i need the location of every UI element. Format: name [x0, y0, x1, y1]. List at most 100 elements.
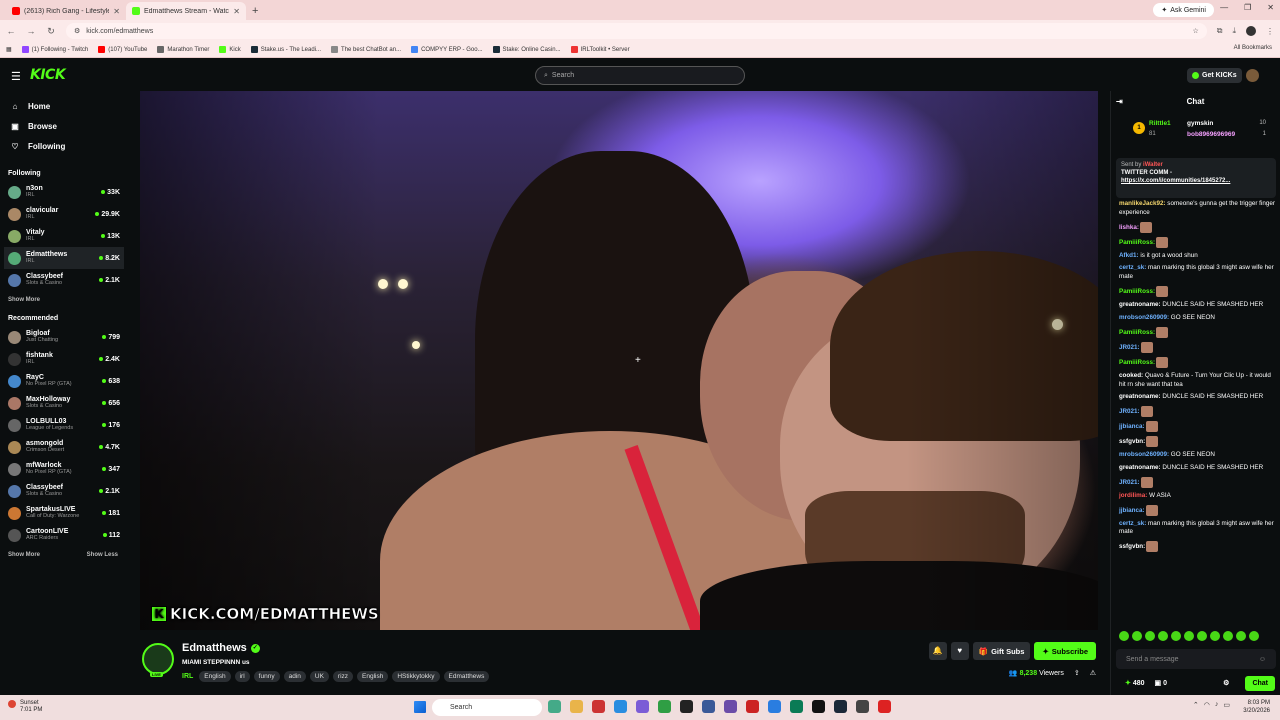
emote-icon[interactable] [1184, 631, 1194, 641]
sidebar-channel[interactable]: clavicular IRL 29.9K [8, 203, 120, 225]
get-kicks-button[interactable]: Get KICKs [1187, 68, 1242, 83]
sidebar-channel[interactable]: Vitaly IRL 13K [8, 225, 120, 247]
app-icon[interactable] [548, 700, 561, 713]
chat-username[interactable]: PamiiiRoss: [1119, 239, 1155, 246]
app-icon[interactable] [636, 700, 649, 713]
sidebar-channel[interactable]: Bigloaf Just Chatting 799 [8, 326, 120, 348]
collapse-chat-icon[interactable]: ⇥ [1116, 97, 1123, 106]
app-icon[interactable] [856, 700, 869, 713]
chat-username[interactable]: manlikeJack92: [1119, 200, 1166, 207]
gifts-display[interactable]: ▣ 0 [1155, 679, 1167, 687]
tag-chip[interactable]: UK [309, 671, 329, 682]
close-tab-icon[interactable]: ✕ [113, 7, 120, 16]
ask-gemini-button[interactable]: ✦ Ask Gemini [1153, 3, 1214, 17]
leaderboard-user[interactable]: bob8969696969 [1187, 131, 1235, 138]
emote-icon[interactable] [1210, 631, 1220, 641]
forward-icon[interactable]: → [26, 26, 36, 36]
sidebar-channel[interactable]: Edmatthews IRL 8.2K [4, 247, 124, 269]
chat-username[interactable]: jjbianca: [1119, 423, 1145, 430]
sidebar-channel[interactable]: LOLBULL03 League of Legends 176 [8, 414, 120, 436]
app-icon[interactable] [614, 700, 627, 713]
chat-username[interactable]: PamiiiRoss: [1119, 359, 1155, 366]
chat-username[interactable]: jjbianca: [1119, 507, 1145, 514]
menu-dots-icon[interactable]: ⋮ [1266, 27, 1274, 36]
battery-icon[interactable]: ▭ [1223, 701, 1230, 709]
sidebar-channel[interactable]: asmongold Crimson Desert 4.7K [8, 436, 120, 458]
tag-chip[interactable]: HStikkytokky [392, 671, 440, 682]
reload-icon[interactable]: ↻ [46, 26, 56, 37]
back-icon[interactable]: ← [6, 26, 16, 36]
bookmark-item[interactable]: COMPYY ERP - Goo... [411, 46, 483, 53]
speaker-icon[interactable]: ♪ [1215, 701, 1219, 709]
close-tab-icon[interactable]: ✕ [233, 7, 240, 16]
chat-username[interactable]: JR021: [1119, 479, 1140, 486]
sidebar-channel[interactable]: Classybeef Slots & Casino 2.1K [8, 480, 120, 502]
weather-widget[interactable]: Sunset 7:01 PM [8, 700, 42, 714]
chat-username[interactable]: greatnoname: [1119, 464, 1161, 471]
chat-username[interactable]: PamiiiRoss: [1119, 288, 1155, 295]
close-window-icon[interactable]: ✕ [1267, 3, 1274, 12]
url-field[interactable]: ⚙ kick.com/edmatthews ☆ [66, 23, 1207, 39]
category-link[interactable]: IRL [182, 673, 193, 680]
emote-icon[interactable] [1249, 631, 1259, 641]
steam-icon[interactable] [834, 700, 847, 713]
sidebar-channel[interactable]: CartoonLIVE ARC Raiders 112 [8, 524, 120, 546]
pinned-link[interactable]: https://x.com/i/communities/1845272... [1121, 178, 1230, 184]
chevron-up-icon[interactable]: ⌃ [1193, 701, 1199, 709]
sidebar-channel[interactable]: n3on IRL 33K [8, 181, 120, 203]
report-icon[interactable]: ⚠ [1090, 669, 1096, 677]
tag-chip[interactable]: Edmatthews [443, 671, 490, 682]
chat-username[interactable]: greatnoname: [1119, 393, 1161, 400]
chat-username[interactable]: greatnoname: [1119, 301, 1161, 308]
subscribe-button[interactable]: ✦ Subscribe [1034, 642, 1096, 660]
show-less-button[interactable]: Show Less [87, 552, 118, 558]
show-more-button[interactable]: Show More [8, 297, 40, 303]
chat-settings-icon[interactable]: ⚙ [1223, 679, 1229, 687]
taskbar-search[interactable]: Search [432, 699, 542, 716]
emote-icon[interactable] [1197, 631, 1207, 641]
chrome-icon[interactable] [658, 700, 671, 713]
emote-icon[interactable] [1171, 631, 1181, 641]
chat-username[interactable]: ssfgvbn: [1119, 543, 1145, 550]
download-icon[interactable]: ⤓ [1232, 26, 1236, 36]
tag-chip[interactable]: English [199, 671, 231, 682]
notification-bell-icon[interactable]: 🔔 [928, 642, 947, 660]
new-tab-button[interactable]: + [252, 2, 258, 20]
leaderboard-user[interactable]: Rilttle1 [1149, 120, 1171, 127]
nav-home[interactable]: ⌂ Home [8, 96, 120, 116]
sidebar-channel[interactable]: fishtank IRL 2.4K [8, 348, 120, 370]
emote-icon[interactable] [1132, 631, 1142, 641]
chat-username[interactable]: certz_sk: [1119, 264, 1146, 271]
app-icon[interactable] [790, 700, 803, 713]
site-info-icon[interactable]: ⚙ [74, 27, 80, 35]
sidebar-channel[interactable]: Classybeef Slots & Casino 2.1K [8, 269, 120, 291]
tag-chip[interactable]: English [357, 671, 389, 682]
all-bookmarks-button[interactable]: All Bookmarks [1234, 45, 1272, 51]
pinned-message[interactable]: Sent by iWalter TWITTER COMM - https://x… [1116, 158, 1276, 198]
follow-heart-icon[interactable]: ♥ [950, 642, 969, 660]
sidebar-channel[interactable]: RayC No Pixel RP (GTA) 638 [8, 370, 120, 392]
apps-grid-icon[interactable]: ▦ [6, 46, 12, 53]
bookmark-item[interactable]: Stake: Online Casin... [492, 46, 561, 53]
bookmark-item[interactable]: IRLToolkit • Server [570, 46, 630, 53]
wifi-icon[interactable]: ◠ [1204, 701, 1210, 709]
chat-username[interactable]: jordilima: [1119, 492, 1147, 499]
emoji-picker-icon[interactable]: ☺ [1259, 656, 1266, 663]
leaderboard-user[interactable]: gymskin [1187, 120, 1213, 127]
windows-start-icon[interactable] [414, 701, 426, 713]
emote-icon[interactable] [1158, 631, 1168, 641]
chat-username[interactable]: cooked: [1119, 372, 1143, 379]
terminal-icon[interactable] [812, 700, 825, 713]
sidebar-channel[interactable]: mfWarlock No Pixel RP (GTA) 347 [8, 458, 120, 480]
points-display[interactable]: ✦ 480 [1125, 679, 1145, 687]
nav-following[interactable]: ♡ Following [8, 136, 120, 156]
sidebar-channel[interactable]: SpartakusLIVE Call of Duty: Warzone 181 [8, 502, 120, 524]
browser-tab[interactable]: (2613) Rich Gang - Lifestyle (Offi ✕ [6, 2, 126, 20]
send-message-input[interactable]: Send a message ☺ [1116, 649, 1276, 669]
user-avatar[interactable] [1246, 69, 1259, 82]
bookmark-item[interactable]: Marathon Timer [157, 46, 209, 53]
minimize-icon[interactable]: — [1220, 3, 1228, 12]
maximize-icon[interactable]: ❐ [1244, 3, 1251, 12]
emote-icon[interactable] [1236, 631, 1246, 641]
chat-username[interactable]: lishka: [1119, 224, 1139, 231]
